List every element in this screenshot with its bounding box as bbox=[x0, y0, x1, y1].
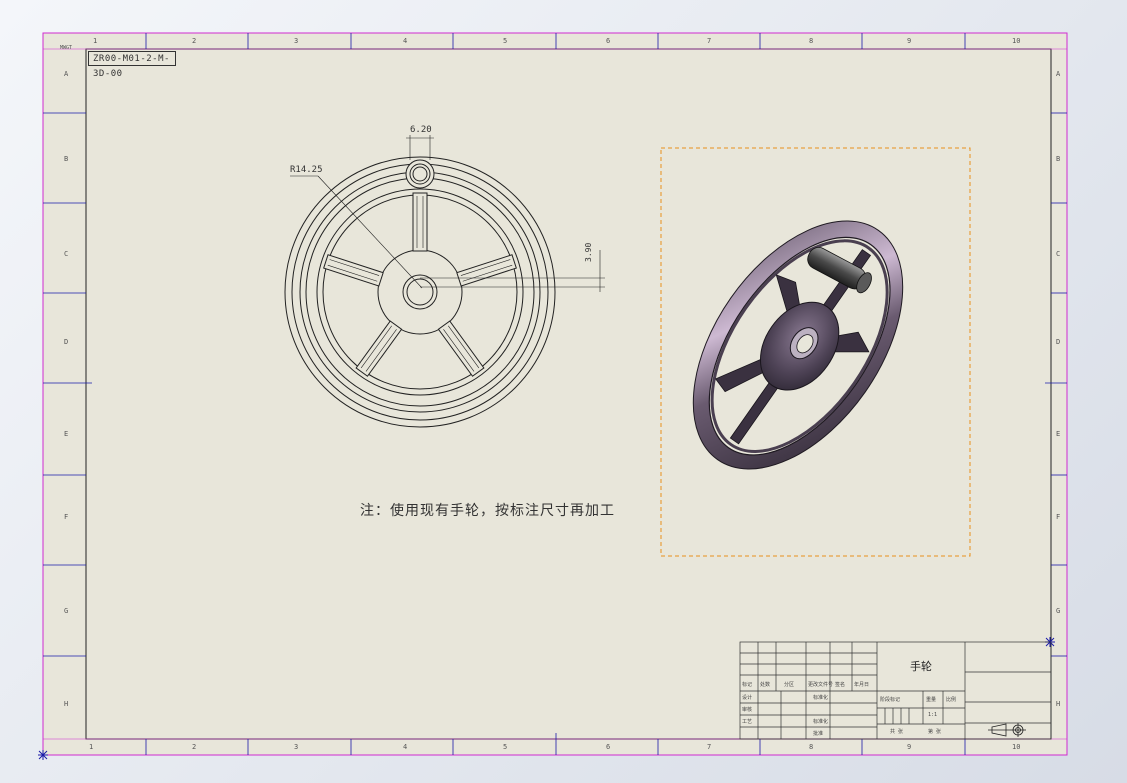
zone-col-4: 4 bbox=[403, 37, 408, 45]
tb-standard: 标准化 bbox=[813, 719, 829, 725]
tb-scale-value: 1:1 bbox=[928, 712, 938, 718]
zone-row-b: B bbox=[64, 155, 69, 163]
zone-col-3: 3 bbox=[294, 37, 299, 45]
zone-row-h: H bbox=[64, 700, 69, 708]
zone-col-2: 2 bbox=[192, 37, 197, 45]
zone-col-3-bottom: 3 bbox=[294, 743, 299, 751]
tb-std-check: 标准化 bbox=[813, 695, 829, 701]
sheet bbox=[42, 32, 1068, 756]
zone-col-1: 1 bbox=[93, 37, 98, 45]
zone-row-a-right: A bbox=[1056, 70, 1061, 78]
zone-col-2-bottom: 2 bbox=[192, 743, 197, 751]
zone-col-1-bottom: 1 bbox=[89, 743, 94, 751]
zone-row-h-right: H bbox=[1056, 700, 1061, 708]
tb-count: 处数 bbox=[760, 682, 771, 688]
tb-sheet-no: 第 张 bbox=[928, 729, 942, 735]
zone-row-g: G bbox=[64, 607, 69, 615]
zone-col-8-bottom: 8 bbox=[809, 743, 814, 751]
tb-process: 工艺 bbox=[742, 719, 753, 725]
tb-zone: 分区 bbox=[784, 682, 795, 688]
zone-col-4-bottom: 4 bbox=[403, 743, 408, 751]
tb-scale: 比例 bbox=[946, 697, 957, 703]
zone-row-e-right: E bbox=[1056, 430, 1061, 438]
drawing-canvas[interactable] bbox=[0, 0, 1127, 783]
zone-col-7-bottom: 7 bbox=[707, 743, 712, 751]
tb-design: 设计 bbox=[742, 695, 753, 701]
zone-col-5: 5 bbox=[503, 37, 508, 45]
zone-row-d: D bbox=[64, 338, 69, 346]
tb-date: 年月日 bbox=[854, 682, 870, 688]
dimension-radius[interactable]: R14.25 bbox=[290, 165, 323, 175]
zone-row-g-right: G bbox=[1056, 607, 1061, 615]
zone-row-a: A bbox=[64, 70, 69, 78]
zone-col-5-bottom: 5 bbox=[503, 743, 508, 751]
tb-sign: 签名 bbox=[835, 682, 846, 688]
zone-row-c: C bbox=[64, 250, 69, 258]
tb-sheets-total: 共 张 bbox=[890, 729, 904, 735]
dimension-spoke-width[interactable]: 6.20 bbox=[410, 125, 432, 135]
zone-col-9-bottom: 9 bbox=[907, 743, 912, 751]
zone-row-e: E bbox=[64, 430, 69, 438]
part-name: 手轮 bbox=[910, 660, 932, 673]
zone-row-d-right: D bbox=[1056, 338, 1061, 346]
drawing-note[interactable]: 注：使用现有手轮，按标注尺寸再加工 bbox=[360, 500, 615, 520]
zone-row-c-right: C bbox=[1056, 250, 1061, 258]
zone-col-8: 8 bbox=[809, 37, 814, 45]
zone-col-6-bottom: 6 bbox=[606, 743, 611, 751]
tb-approve: 批准 bbox=[813, 731, 824, 737]
zone-col-6: 6 bbox=[606, 37, 611, 45]
tb-check: 审核 bbox=[742, 707, 753, 713]
drawing-number: ZR00-M01-2-M-3D-00 bbox=[88, 51, 176, 79]
tb-weight: 重量 bbox=[926, 697, 937, 703]
zone-col-9: 9 bbox=[907, 37, 912, 45]
tb-change-doc: 更改文件号 bbox=[808, 682, 834, 688]
zone-row-b-right: B bbox=[1056, 155, 1061, 163]
tb-mark: 标记 bbox=[742, 682, 753, 688]
tb-stage-mark: 阶段标记 bbox=[880, 697, 901, 703]
zone-row-f-right: F bbox=[1056, 513, 1061, 521]
corner-label: MWGT bbox=[60, 45, 73, 51]
zone-row-f: F bbox=[64, 513, 69, 521]
zone-col-10: 10 bbox=[1012, 37, 1021, 45]
zone-col-7: 7 bbox=[707, 37, 712, 45]
dimension-offset[interactable]: 3.90 bbox=[584, 243, 594, 262]
zone-col-10-bottom: 10 bbox=[1012, 743, 1021, 751]
